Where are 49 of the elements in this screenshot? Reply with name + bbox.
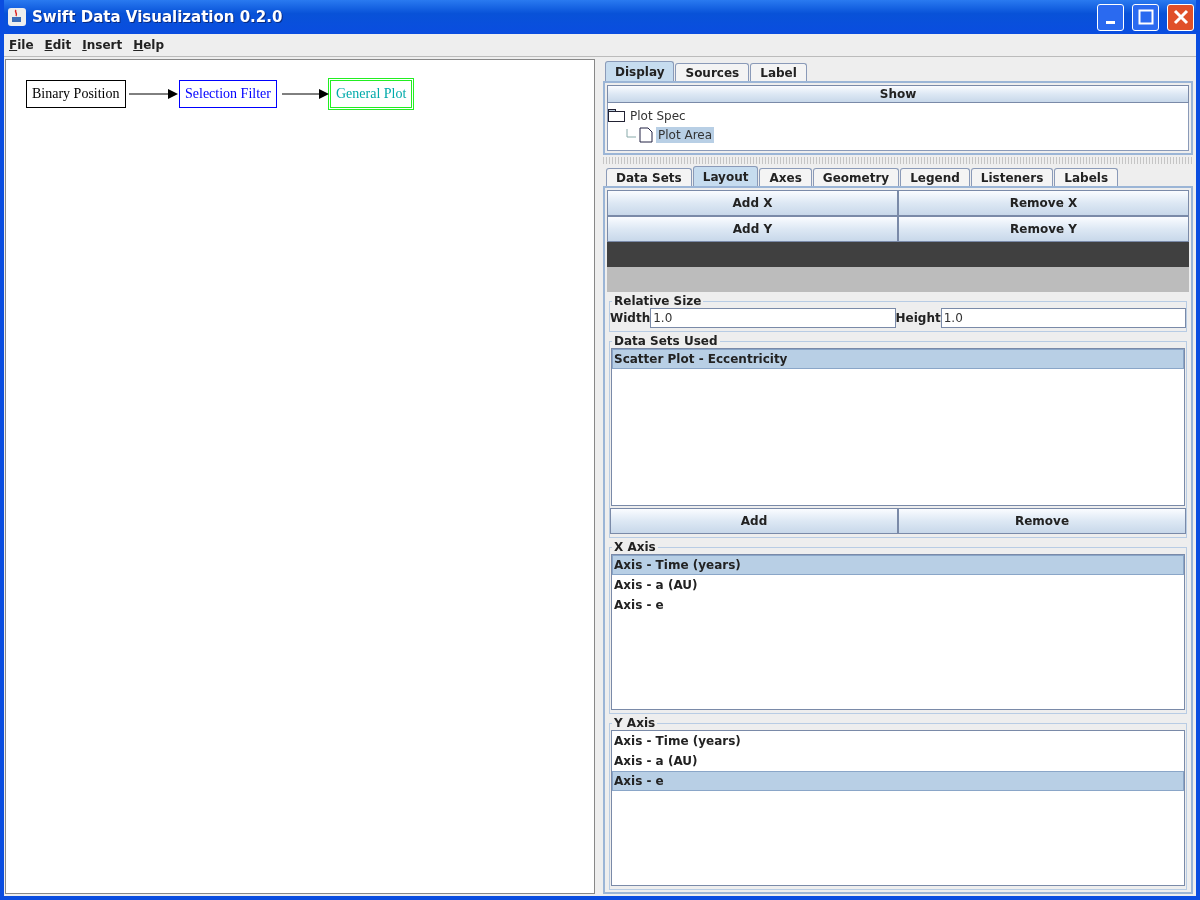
list-item[interactable]: Scatter Plot - Eccentricity	[612, 349, 1184, 369]
splitter-handle[interactable]	[603, 157, 1193, 164]
group-title: X Axis	[613, 540, 657, 555]
tree-item[interactable]: Plot Area	[656, 126, 715, 143]
tab[interactable]: Labels	[1054, 168, 1119, 186]
coffee-cup-icon	[8, 8, 26, 26]
tree-connector-icon	[626, 128, 636, 141]
axis-button[interactable]: Add X	[607, 190, 898, 216]
menu-item[interactable]: Help	[133, 38, 165, 52]
tab[interactable]: Label	[750, 63, 807, 81]
close-icon	[1172, 9, 1189, 25]
minimize-icon	[1106, 20, 1115, 24]
tab[interactable]: Display	[605, 61, 675, 81]
connector-arrow	[129, 89, 178, 99]
diagram-node[interactable]: Binary Position	[26, 80, 126, 108]
group-title: Y Axis	[613, 716, 657, 731]
tab[interactable]: Legend	[900, 168, 970, 186]
group-title: Data Sets Used	[613, 334, 719, 348]
field-label: Width	[610, 311, 651, 325]
axis-button[interactable]: Remove Y	[898, 216, 1189, 242]
axis-button[interactable]: Remove X	[898, 190, 1189, 216]
input-field[interactable]: 1.0	[940, 308, 1186, 328]
tab[interactable]: Sources	[675, 63, 750, 81]
tab[interactable]: Listeners	[970, 168, 1054, 186]
field-label: Height	[895, 311, 941, 325]
show-button[interactable]: Show	[607, 85, 1189, 103]
tree-item[interactable]: Plot Spec	[628, 107, 688, 124]
document-icon	[639, 126, 653, 143]
maximize-icon	[1137, 9, 1154, 25]
menu-item[interactable]: Insert	[82, 38, 123, 52]
maximize-button[interactable]	[1132, 3, 1159, 31]
window-title: Swift Data Visualization 0.2.0	[32, 8, 284, 26]
list-item[interactable]: Axis - e	[612, 771, 1184, 792]
menu-item[interactable]: Edit	[44, 38, 72, 52]
connector-arrow	[282, 89, 329, 99]
close-button[interactable]	[1167, 3, 1194, 31]
group-title: Relative Size	[613, 294, 703, 308]
menu-item[interactable]: File	[9, 38, 34, 52]
list-button[interactable]: Remove	[898, 508, 1186, 535]
diagram-node[interactable]: Selection Filter	[179, 80, 277, 108]
list-item[interactable]: Axis - Time (years)	[612, 555, 1184, 576]
input-field[interactable]: 1.0	[650, 308, 896, 328]
tab[interactable]: Axes	[759, 168, 812, 186]
minimize-button[interactable]	[1097, 3, 1124, 31]
axis-button[interactable]: Add Y	[607, 216, 898, 242]
tab[interactable]: Layout	[692, 166, 759, 186]
tab[interactable]: Data Sets	[606, 168, 692, 186]
tab[interactable]: Geometry	[812, 168, 900, 186]
list-button[interactable]: Add	[610, 508, 898, 535]
